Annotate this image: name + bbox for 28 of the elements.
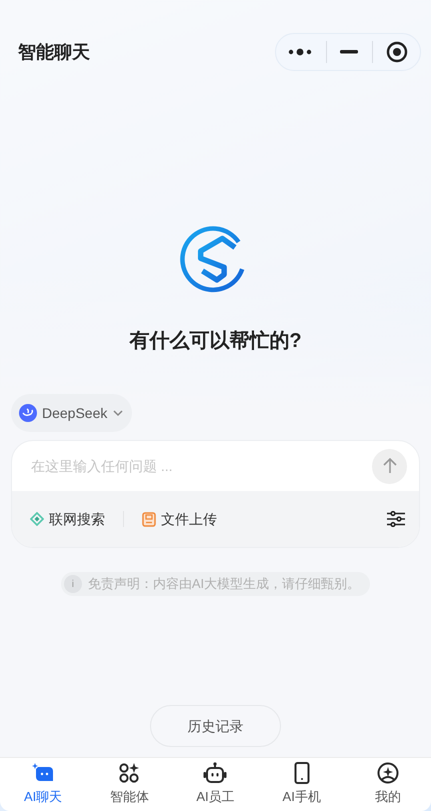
model-name: DeepSeek xyxy=(42,404,108,423)
tab-item[interactable]: 我的 xyxy=(344,758,431,811)
tab-item[interactable]: AI聊天 xyxy=(0,758,86,811)
chat-bubble-icon xyxy=(32,763,54,784)
phone-icon xyxy=(294,762,310,784)
robot-icon xyxy=(203,762,228,784)
info-icon: i xyxy=(64,575,82,593)
minimize-icon[interactable] xyxy=(340,50,358,54)
chevron-down-icon xyxy=(112,409,124,417)
question-input[interactable]: 在这里输入任何问题 ... xyxy=(31,456,372,476)
arrow-up-icon xyxy=(382,458,396,474)
history-button[interactable]: 历史记录 xyxy=(150,705,281,747)
settings-sliders-icon[interactable] xyxy=(387,511,405,527)
diamond-icon xyxy=(30,512,44,526)
tab-item[interactable]: 智能体 xyxy=(86,758,172,811)
page-title: 智能聊天 xyxy=(18,40,90,64)
more-icon[interactable] xyxy=(288,48,312,56)
user-circle-icon xyxy=(376,762,399,784)
document-icon xyxy=(142,512,156,526)
apps-icon xyxy=(118,762,140,784)
disclaimer-text: 免责声明：内容由AI大模型生成，请仔细甄别。 xyxy=(88,575,360,594)
tool-button[interactable]: 文件上传 xyxy=(142,508,217,530)
tab-item[interactable]: AI员工 xyxy=(172,758,259,811)
tool-button[interactable]: 联网搜索 xyxy=(30,508,105,530)
tab-item[interactable]: AI手机 xyxy=(258,758,345,811)
send-button[interactable] xyxy=(372,448,407,484)
model-selector[interactable]: DeepSeek xyxy=(11,394,132,432)
greeting-heading: 有什么可以帮忙的? xyxy=(128,329,303,354)
